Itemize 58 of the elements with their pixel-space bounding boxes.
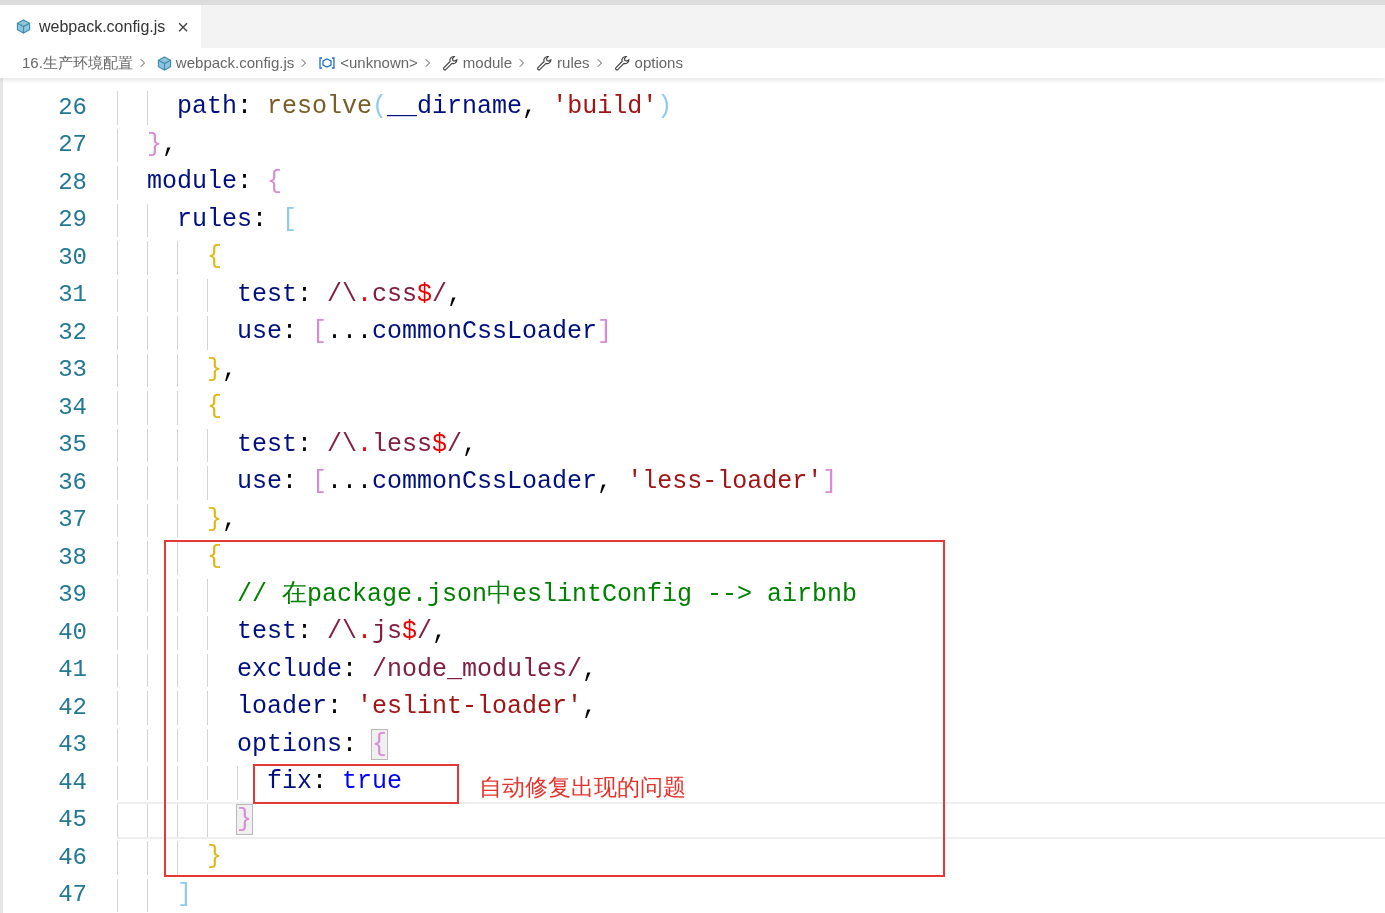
breadcrumb-item[interactable]: module <box>462 51 513 75</box>
wrench-icon <box>536 54 554 72</box>
line-number: 36 <box>57 467 88 498</box>
wrench-icon <box>613 54 631 72</box>
code-line: test: /\.js$/, <box>237 618 448 648</box>
line-number: 46 <box>57 842 88 873</box>
line-number: 39 <box>57 580 88 611</box>
code-line: ] <box>177 880 192 910</box>
code-line: exclude: /node_modules/, <box>237 655 598 685</box>
code-line: module: { <box>147 168 283 198</box>
wrench-icon <box>441 54 459 72</box>
code-line: fix: true <box>267 768 403 798</box>
line-number: 27 <box>57 130 88 161</box>
line-number: 40 <box>57 617 88 648</box>
editor-tab[interactable]: webpack.config.js × <box>0 5 201 48</box>
line-number: 33 <box>57 355 88 386</box>
line-number: 26 <box>57 92 88 123</box>
line-number: 32 <box>57 317 88 348</box>
code-line: use: [...commonCssLoader, 'less-loader'] <box>237 468 838 498</box>
code-line: // 在package.json中eslintConfig --> airbnb <box>237 580 858 610</box>
variable-icon <box>318 55 337 71</box>
line-number: 44 <box>57 767 88 798</box>
code-line: } <box>207 843 222 873</box>
code-line: test: /\.less$/, <box>237 430 478 460</box>
code-line: }, <box>147 130 178 160</box>
line-number: 45 <box>57 805 88 836</box>
code-line: options: { <box>237 730 388 760</box>
breadcrumb-item[interactable]: <unknown> <box>340 51 418 75</box>
line-number: 47 <box>57 880 88 911</box>
close-button[interactable]: × <box>177 16 189 37</box>
line-number: 37 <box>57 505 88 536</box>
line-number: 43 <box>57 730 88 761</box>
code-line: path: resolve(__dirname, 'build') <box>177 93 673 123</box>
code-line: rules: [ <box>177 205 298 235</box>
breadcrumb-item[interactable]: webpack.config.js <box>175 51 295 75</box>
line-number: 35 <box>57 430 88 461</box>
line-number: 28 <box>57 167 88 198</box>
code-line: }, <box>207 355 238 385</box>
code-line: { <box>207 543 222 573</box>
line-number: 42 <box>57 692 88 723</box>
breadcrumb-item[interactable]: options <box>634 51 683 75</box>
code-line: { <box>207 393 222 423</box>
code-line: use: [...commonCssLoader] <box>237 318 613 348</box>
line-number: 29 <box>57 205 88 236</box>
breadcrumb-item[interactable]: rules <box>557 51 590 75</box>
line-number: 41 <box>57 655 88 686</box>
line-number: 31 <box>57 280 88 311</box>
breadcrumb-item[interactable]: 16.生产环境配置 <box>22 51 133 75</box>
line-number: 30 <box>57 242 88 273</box>
code-line: loader: 'eslint-loader', <box>237 693 598 723</box>
annotation-text: 自动修复出现的问题 <box>479 773 686 802</box>
cube-icon <box>156 55 172 71</box>
code-line: { <box>207 243 222 273</box>
code-line: }, <box>207 505 238 535</box>
line-number: 38 <box>57 542 88 573</box>
cube-icon <box>16 19 31 34</box>
code-line: test: /\.css$/, <box>237 280 463 310</box>
line-number: 34 <box>57 392 88 423</box>
